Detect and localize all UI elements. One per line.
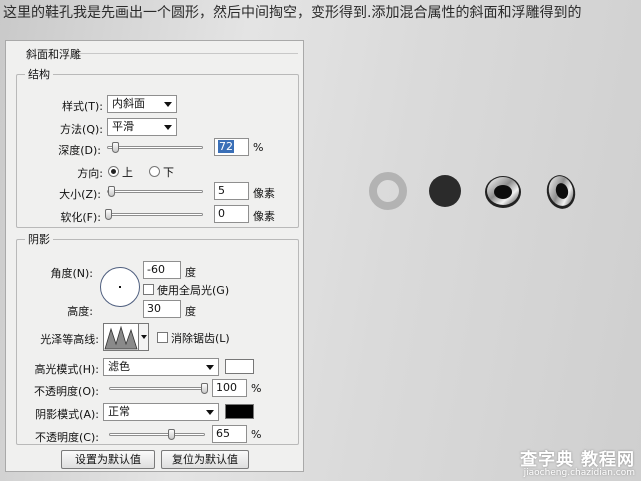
highlight-mode-value: 滤色	[108, 360, 130, 373]
solid-circle	[429, 175, 461, 207]
technique-label: 方法(Q):	[60, 123, 103, 136]
direction-label: 方向:	[77, 167, 103, 180]
shadow-opacity-unit: %	[251, 428, 262, 441]
global-light-label: 使用全局光(G)	[157, 284, 230, 297]
gloss-contour-dropdown[interactable]	[139, 323, 149, 351]
eyelet-preview	[369, 172, 576, 210]
shadow-opacity-input[interactable]: 65	[212, 425, 247, 443]
soften-input[interactable]: 0	[214, 205, 249, 223]
direction-up-radio[interactable]	[108, 166, 119, 177]
shadow-color-swatch[interactable]	[225, 404, 254, 419]
soften-slider[interactable]	[105, 209, 203, 220]
size-unit: 像素	[253, 187, 275, 200]
depth-slider-thumb[interactable]	[111, 142, 119, 153]
size-input[interactable]: 5	[214, 182, 249, 200]
bevel-ring	[485, 176, 521, 208]
altitude-input[interactable]: 30	[143, 300, 181, 318]
shadow-mode-label: 阴影模式(A):	[35, 408, 99, 421]
direction-down-radio[interactable]	[149, 166, 160, 177]
reset-default-button[interactable]: 复位为默认值	[161, 450, 249, 469]
site-watermark: 查字典 教程网 jiaocheng.chazidian.com	[520, 445, 635, 478]
shadow-opacity-thumb[interactable]	[168, 429, 176, 440]
style-label: 样式(T):	[61, 100, 103, 113]
angle-input[interactable]: -60	[143, 261, 181, 279]
size-slider[interactable]	[107, 186, 203, 197]
structure-legend: 结构	[28, 68, 50, 81]
altitude-unit: 度	[185, 305, 196, 318]
gloss-contour-picker[interactable]	[103, 323, 139, 351]
highlight-opacity-unit: %	[251, 382, 262, 395]
soften-slider-thumb[interactable]	[105, 209, 112, 220]
highlight-opacity-thumb[interactable]	[201, 383, 208, 394]
angle-label: 角度(N):	[50, 267, 93, 280]
style-select-value: 内斜面	[112, 97, 145, 110]
structure-group: 结构 样式(T): 内斜面 方法(Q): 平滑 深度(D): 72 % 方向: …	[16, 66, 299, 228]
altitude-label: 高度:	[67, 305, 93, 318]
technique-select-value: 平滑	[112, 120, 134, 133]
depth-slider[interactable]	[107, 142, 203, 153]
chevron-down-icon	[206, 410, 214, 415]
depth-input[interactable]: 72	[214, 138, 249, 156]
highlight-mode-label: 高光模式(H):	[34, 363, 99, 376]
panel-title: 斜面和浮雕	[26, 48, 81, 61]
bevel-emboss-panel: 斜面和浮雕 结构 样式(T): 内斜面 方法(Q): 平滑 深度(D): 72 …	[5, 40, 304, 472]
size-label: 大小(Z):	[59, 188, 101, 201]
eyelet-preview-area	[360, 165, 590, 220]
shading-legend: 阴影	[28, 233, 50, 246]
depth-unit: %	[253, 141, 264, 154]
angle-dial-center	[119, 286, 121, 288]
gloss-contour-label: 光泽等高线:	[40, 333, 99, 346]
highlight-color-swatch[interactable]	[225, 359, 254, 374]
angle-dial[interactable]	[100, 267, 140, 307]
tutorial-caption: 这里的鞋孔我是先画出一个圆形，然后中间掏空，变形得到.添加混合属性的斜面和浮雕得…	[3, 5, 582, 21]
angle-unit: 度	[185, 266, 196, 279]
shadow-opacity-slider[interactable]	[109, 429, 205, 440]
technique-select[interactable]: 平滑	[107, 118, 177, 136]
chevron-down-icon	[141, 335, 147, 339]
size-slider-thumb[interactable]	[107, 186, 115, 197]
soften-unit: 像素	[253, 210, 275, 223]
highlight-opacity-input[interactable]: 100	[212, 379, 247, 397]
watermark-title: 查字典 教程网	[520, 450, 635, 470]
style-select[interactable]: 内斜面	[107, 95, 177, 113]
antialias-checkbox[interactable]	[157, 332, 168, 343]
chevron-down-icon	[164, 125, 172, 130]
shadow-opacity-label: 不透明度(C):	[35, 431, 99, 444]
highlight-opacity-label: 不透明度(O):	[34, 385, 99, 398]
highlight-opacity-slider[interactable]	[109, 383, 208, 394]
highlight-mode-select[interactable]: 滤色	[103, 358, 219, 376]
antialias-label: 消除锯齿(L)	[171, 332, 230, 345]
make-default-button[interactable]: 设置为默认值	[61, 450, 155, 469]
direction-down-label: 下	[163, 166, 174, 179]
shadow-mode-select[interactable]: 正常	[103, 403, 219, 421]
depth-label: 深度(D):	[58, 144, 101, 157]
gloss-contour-preview-icon	[104, 325, 138, 350]
bevel-eyelet	[546, 175, 576, 209]
depth-input-value: 72	[218, 140, 234, 153]
chevron-down-icon	[206, 365, 214, 370]
chevron-down-icon	[164, 102, 172, 107]
watermark-url: jiaocheng.chazidian.com	[523, 468, 635, 478]
shadow-mode-value: 正常	[108, 405, 130, 418]
shading-group: 阴影 角度(N): -60 度 使用全局光(G) 高度: 30 度 光泽等高线:…	[16, 231, 299, 445]
soften-label: 软化(F):	[60, 211, 101, 224]
panel-title-divider	[78, 53, 298, 54]
direction-up-label: 上	[122, 166, 133, 179]
ring-shape	[369, 172, 407, 210]
global-light-checkbox[interactable]	[143, 284, 154, 295]
